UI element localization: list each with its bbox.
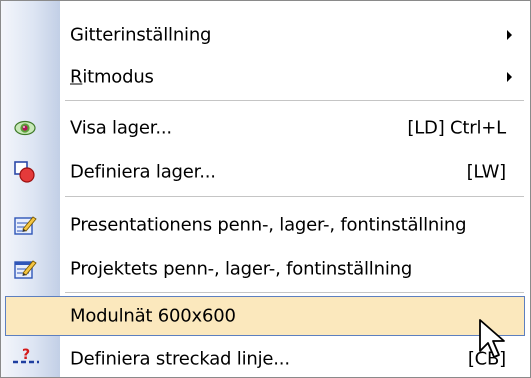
menu-separator <box>65 292 524 293</box>
menu-item-definiera-streckad-linje[interactable]: ? Definiera streckad linje... [CB] <box>1 339 530 377</box>
menu-item-label: Presentationens penn-, lager-, fontinstä… <box>70 214 467 236</box>
menu-separator <box>65 196 524 197</box>
menu-item-label: Visa lager... <box>70 117 172 139</box>
menu-item-projektets-installning[interactable]: Projektets penn-, lager-, fontinställnin… <box>1 249 530 289</box>
svg-text:?: ? <box>22 347 30 363</box>
menu-item-ritmodus[interactable]: Ritmodus <box>1 57 530 97</box>
menu-item-definiera-lager[interactable]: Definiera lager... [LW] <box>1 152 530 192</box>
menu-item-shortcut: [LD] Ctrl+L <box>407 117 506 139</box>
menu-item-label: Definiera lager... <box>70 161 216 183</box>
menu-item-label: Gitterinställning <box>70 24 212 46</box>
menu-separator <box>65 100 524 101</box>
context-menu: Gitterinställning Ritmodus Visa lager...… <box>0 0 531 378</box>
menu-item-label: Definiera streckad linje... <box>70 348 290 370</box>
dashed-line-icon: ? <box>13 347 39 371</box>
submenu-arrow-icon <box>507 30 512 40</box>
mouse-cursor-icon <box>479 319 505 358</box>
menu-item-shortcut: [LW] <box>466 161 507 183</box>
menu-item-modulnat[interactable]: Modulnät 600x600 <box>5 296 525 336</box>
pen-notepad-icon <box>13 257 37 281</box>
menu-item-label: Modulnät 600x600 <box>70 305 236 327</box>
menu-item-label: Ritmodus <box>70 66 154 88</box>
menu-item-presentationens-installning[interactable]: Presentationens penn-, lager-, fontinstä… <box>1 205 530 245</box>
layer-shapes-icon <box>13 160 37 184</box>
menu-item-visa-lager[interactable]: Visa lager... [LD] Ctrl+L <box>1 108 530 148</box>
submenu-arrow-icon <box>507 72 512 82</box>
menu-item-gitterinstallning[interactable]: Gitterinställning <box>1 15 530 55</box>
pen-notepad-icon <box>13 213 37 237</box>
eye-icon <box>13 116 37 140</box>
menu-item-label: Projektets penn-, lager-, fontinställnin… <box>70 258 413 280</box>
